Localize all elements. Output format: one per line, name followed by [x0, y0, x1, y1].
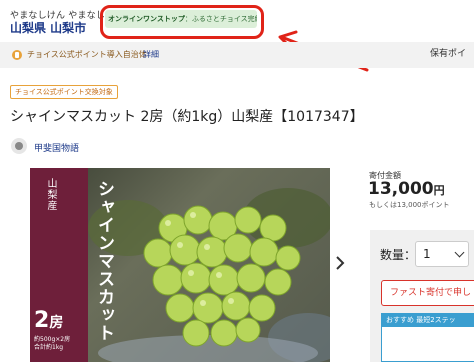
shop-icon: [11, 138, 27, 154]
donation-amount-unit: 円: [433, 184, 445, 197]
chevron-right-icon[interactable]: [335, 255, 345, 275]
donation-amount-number: 13,000: [368, 179, 434, 199]
recommend-box: [381, 327, 474, 362]
product-image[interactable]: 山梨産 シャインマスカット 2房 約500g×2房 合計約1kg: [30, 168, 330, 362]
label-count-unit: 房: [49, 315, 64, 331]
label-detail: 約500g×2房 合計約1kg: [34, 336, 71, 351]
donation-amount: 13,000円: [368, 179, 445, 199]
grape-bunch: [143, 205, 301, 347]
provider-link[interactable]: 甲斐国物語: [34, 141, 79, 154]
label-count: 2房: [34, 308, 63, 333]
coin-icon: [12, 50, 22, 60]
quantity-label: 数量：: [380, 248, 417, 262]
points-detail-link[interactable]: 詳細: [143, 49, 159, 60]
onestop-badge-prefix: オンラインワンストップ: [108, 15, 185, 23]
fast-donation-button[interactable]: ファスト寄付で申し: [381, 280, 474, 306]
point-exchange-tag: チョイス公式ポイント交換対象: [10, 85, 118, 99]
onestop-badge: オンラインワンストップ：ふるさとチョイス完結型: [105, 10, 257, 28]
points-bar-text: チョイス公式ポイント導入自治体: [27, 50, 147, 59]
donation-points: もしくは13,000ポイント: [369, 201, 450, 209]
region-name-link[interactable]: 山梨県 山梨市: [10, 19, 86, 36]
product-title: シャインマスカット 2房（約1kg）山梨産【1017347】: [10, 109, 364, 125]
onestop-badge-suffix: ：ふるさとチョイス完結型: [184, 15, 257, 23]
label-count-number: 2: [34, 308, 50, 333]
recommend-banner: おすすめ 最短2ステッ: [381, 313, 474, 327]
owned-points-link[interactable]: 保有ポイ: [430, 46, 466, 59]
